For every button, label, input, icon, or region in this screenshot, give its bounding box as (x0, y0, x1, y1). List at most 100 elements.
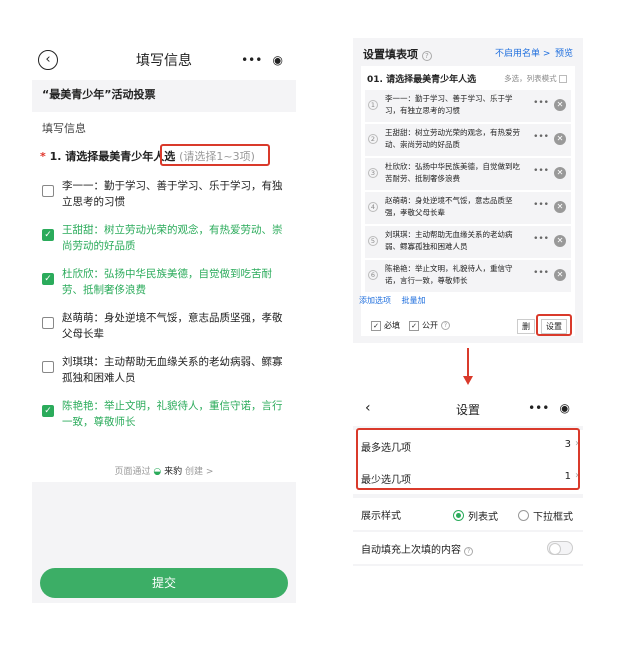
required-label: 必填 (384, 321, 400, 330)
autofill-label: 自动填充上次填的内容 ? (361, 541, 474, 556)
option-text[interactable]: 刘琪琪：主动帮助无血缘关系的老幼病弱、鳏寡孤独和困难人员 (385, 229, 525, 253)
more-icon[interactable]: ••• (241, 53, 262, 67)
add-links: 添加选项 批量加 (359, 295, 426, 306)
more-icon[interactable]: ••• (533, 200, 549, 210)
more-icon[interactable]: ••• (533, 234, 549, 244)
footer-text: 页面通过 (114, 467, 151, 477)
option-number: 4 (368, 202, 378, 212)
option-number: 6 (368, 270, 378, 280)
help-icon[interactable]: ? (421, 51, 432, 61)
form-preview-panel: ‹ 填写信息 ••• ◉ “最美青少年”活动投票 填写信息 * 1. 请选择最美… (32, 38, 296, 603)
highlight-box (536, 314, 572, 336)
option-label: 李一一：勤于学习、善于学习、乐于学习，有独立思考的习惯 (62, 180, 283, 208)
radio-dropdown[interactable]: 下拉框式 (518, 508, 573, 523)
option-text[interactable]: 李一一：勤于学习、善于学习、乐于学习，有独立思考的习惯 (385, 93, 525, 117)
more-icon[interactable]: ••• (533, 268, 549, 278)
more-icon[interactable]: ••• (533, 132, 549, 142)
highlight-box (160, 144, 270, 166)
help-icon[interactable]: ? (441, 321, 450, 330)
highlight-box (356, 428, 580, 490)
option-label: 杜欣欣：弘扬中华民族美德，自觉做到吃苦耐劳、抵制奢侈浪费 (62, 268, 272, 296)
close-target-icon[interactable]: ◉ (559, 401, 569, 415)
option-item[interactable]: ✓ 陈艳艳：举止文明，礼貌待人，重信守诺，言行一致，尊敬师长 (42, 398, 286, 432)
mode-text: 多选，列表模式 (504, 74, 557, 83)
autofill-row: 自动填充上次填的内容 ? (353, 532, 583, 564)
option-row[interactable]: 3 杜欣欣：弘扬中华民族美德，自觉做到吃苦耐劳、抵制奢侈浪费 ••• ✕ (365, 158, 571, 190)
autofill-toggle[interactable] (547, 541, 573, 555)
help-icon[interactable]: ? (464, 547, 474, 556)
header-bar: ‹ 设置 ••• ◉ (353, 390, 583, 426)
checkbox-checked[interactable]: ✓ (42, 273, 54, 285)
checkbox[interactable] (42, 185, 54, 197)
option-row[interactable]: 6 陈艳艳：举止文明，礼貌待人，重信守诺，言行一致，尊敬师长 ••• ✕ (365, 260, 571, 292)
preview-link[interactable]: 预览 (555, 46, 573, 59)
radio-selected[interactable] (453, 510, 464, 521)
checkbox[interactable] (42, 317, 54, 329)
display-style-row: 展示样式 列表式 下拉框式 (353, 498, 583, 530)
option-row[interactable]: 1 李一一：勤于学习、善于学习、乐于学习，有独立思考的习惯 ••• ✕ (365, 90, 571, 122)
capsule-menu[interactable]: ••• ◉ (523, 397, 575, 419)
option-text[interactable]: 赵萌萌：身处逆境不气馁，意志品质坚强，孝敬父母长辈 (385, 195, 525, 219)
brand-logo-icon: ◒ (153, 467, 162, 477)
option-number: 3 (368, 168, 378, 178)
option-number: 2 (368, 134, 378, 144)
checkbox-checked[interactable]: ✓ (42, 405, 54, 417)
option-label: 王甜甜：树立劳动光荣的观念，有热爱劳动、崇尚劳动的好品质 (62, 224, 283, 252)
capsule-menu[interactable]: ••• ◉ (236, 49, 288, 71)
radio-label: 列表式 (468, 512, 498, 523)
activity-title: “最美青少年”活动投票 (42, 88, 156, 101)
radio-list[interactable]: 列表式 (453, 508, 498, 523)
delete-icon[interactable]: ✕ (554, 269, 566, 281)
field-settings-panel: 设置填表项 ? 不启用名单 > 预览 01. 请选择最美青少年人选 多选，列表模… (353, 38, 583, 343)
option-item[interactable]: ✓ 杜欣欣：弘扬中华民族美德，自觉做到吃苦耐劳、抵制奢侈浪费 (42, 266, 286, 300)
disable-list-link[interactable]: 不启用名单 > (495, 46, 550, 59)
checkbox[interactable]: ✓ (371, 320, 381, 331)
close-target-icon[interactable]: ◉ (272, 53, 282, 67)
option-number: 5 (368, 236, 378, 246)
option-row[interactable]: 2 王甜甜：树立劳动光荣的观念，有热爱劳动、崇尚劳动的好品质 ••• ✕ (365, 124, 571, 156)
option-label: 陈艳艳：举止文明，礼貌待人，重信守诺，言行一致，尊敬师长 (62, 400, 283, 428)
option-item[interactable]: 赵萌萌：身处逆境不气馁，意志品质坚强，孝敬父母长辈 (42, 310, 286, 344)
settings-panel: ‹ 设置 ••• ◉ 最多选几项 3 › 最少选几项 1 › 展示样式 列表式 … (353, 390, 583, 566)
option-item[interactable]: 刘琪琪：主动帮助无血缘关系的老幼病弱、鳏寡孤独和困难人员 (42, 354, 286, 388)
option-item[interactable]: ✓ 王甜甜：树立劳动光荣的观念，有热爱劳动、崇尚劳动的好品质 (42, 222, 286, 256)
checkbox-checked[interactable]: ✓ (42, 229, 54, 241)
public-toggle[interactable]: ✓ 公开 ? (409, 320, 450, 331)
mode-checkbox-icon[interactable] (559, 75, 567, 83)
checkbox[interactable]: ✓ (409, 320, 419, 331)
radio-unselected[interactable] (518, 510, 529, 521)
delete-icon[interactable]: ✕ (554, 133, 566, 145)
checkbox[interactable] (42, 361, 54, 373)
brand-link[interactable]: 来豹 (164, 467, 182, 477)
required-mark: * (40, 150, 46, 163)
delete-icon[interactable]: ✕ (554, 235, 566, 247)
option-text[interactable]: 王甜甜：树立劳动光荣的观念，有热爱劳动、崇尚劳动的好品质 (385, 127, 525, 151)
delete-icon[interactable]: ✕ (554, 99, 566, 111)
question-title[interactable]: 01. 请选择最美青少年人选 (367, 72, 476, 85)
more-icon[interactable]: ••• (528, 401, 549, 415)
option-text[interactable]: 杜欣欣：弘扬中华民族美德，自觉做到吃苦耐劳、抵制奢侈浪费 (385, 161, 525, 185)
option-text[interactable]: 陈艳艳：举止文明，礼貌待人，重信守诺，言行一致，尊敬师长 (385, 263, 525, 287)
more-icon[interactable]: ••• (533, 98, 549, 108)
more-icon[interactable]: ••• (533, 166, 549, 176)
arrow-down-icon (463, 348, 473, 385)
option-item[interactable]: 李一一：勤于学习、善于学习、乐于学习，有独立思考的习惯 (42, 178, 286, 212)
footer-credit: 页面通过 ◒ 来豹 创建 > (32, 464, 296, 477)
delete-button[interactable]: 删 (517, 319, 535, 334)
create-link[interactable]: 创建 > (185, 467, 213, 477)
option-label: 刘琪琪：主动帮助无血缘关系的老幼病弱、鳏寡孤独和困难人员 (62, 356, 283, 384)
delete-icon[interactable]: ✕ (554, 167, 566, 179)
submit-button[interactable]: 提交 (40, 568, 288, 598)
option-label: 赵萌萌：身处逆境不气馁，意志品质坚强，孝敬父母长辈 (62, 312, 283, 340)
option-row[interactable]: 4 赵萌萌：身处逆境不气馁，意志品质坚强，孝敬父母长辈 ••• ✕ (365, 192, 571, 224)
panel-title: 设置填表项 ? (363, 46, 432, 62)
add-option-link[interactable]: 添加选项 (359, 296, 391, 305)
batch-add-link[interactable]: 批量加 (402, 296, 426, 305)
required-toggle[interactable]: ✓ 必填 (371, 320, 400, 331)
delete-icon[interactable]: ✕ (554, 201, 566, 213)
option-row[interactable]: 5 刘琪琪：主动帮助无血缘关系的老幼病弱、鳏寡孤独和困难人员 ••• ✕ (365, 226, 571, 258)
display-label: 展示样式 (361, 511, 401, 522)
mode-label: 多选，列表模式 (504, 73, 567, 84)
panel-title-text: 设置填表项 (363, 48, 418, 61)
public-label: 公开 (422, 321, 438, 330)
